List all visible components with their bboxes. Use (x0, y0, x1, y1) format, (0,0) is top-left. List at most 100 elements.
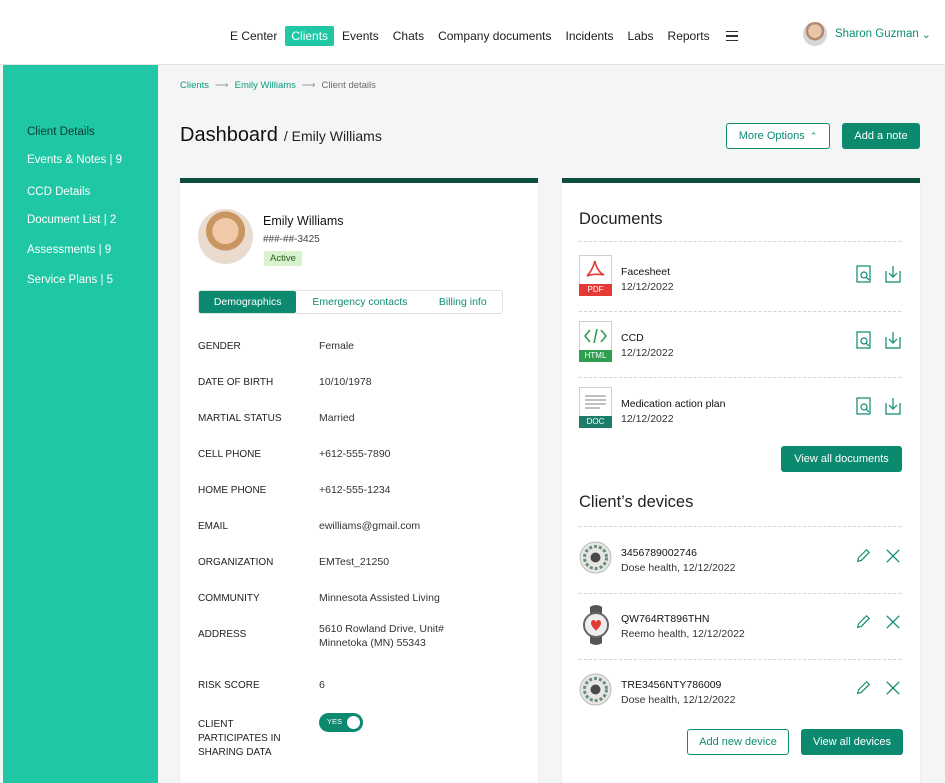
tab-emergency-contacts[interactable]: Emergency contacts (296, 291, 423, 313)
html-file-icon: HTML (579, 321, 612, 362)
nav-item-events[interactable]: Events (336, 26, 385, 46)
nav-item-chats[interactable]: Chats (387, 26, 430, 46)
client-avatar (198, 209, 253, 264)
nav-item-labs[interactable]: Labs (622, 26, 660, 46)
document-name[interactable]: Facesheet (621, 266, 670, 278)
field-label-email: EMAIL (198, 521, 229, 532)
sidebar-item-document-list[interactable]: Document List | 2 (27, 214, 116, 226)
field-label-address: ADDRESS (198, 629, 247, 640)
view-document-icon[interactable] (856, 331, 872, 349)
close-icon[interactable] (885, 613, 901, 631)
page-subtitle: / Emily Williams (283, 128, 382, 144)
user-name: Sharon Guzman (835, 28, 919, 40)
text-lines-icon (585, 395, 606, 409)
device-provider: Dose health, 12/12/2022 (621, 694, 736, 706)
pencil-icon[interactable] (855, 679, 871, 697)
main-nav: E Center Clients Events Chats Company do… (224, 26, 738, 46)
field-value-risk-score: 6 (319, 679, 325, 691)
sidebar-item-service-plans[interactable]: Service Plans | 5 (27, 274, 113, 286)
file-type-tag: HTML (579, 350, 612, 362)
pdf-file-icon: PDF (579, 255, 612, 296)
nav-item-ecenter[interactable]: E Center (224, 26, 283, 46)
profile-card: Emily Williams ###-##-3425 Active Demogr… (180, 178, 538, 783)
device-provider: Dose health, 12/12/2022 (621, 562, 736, 574)
document-date: 12/12/2022 (621, 347, 674, 359)
arrow-right-icon: ⟶ (215, 80, 229, 91)
field-value-marital: Married (319, 412, 355, 424)
file-type-tag: DOC (579, 416, 612, 428)
device-id: 3456789002746 (621, 547, 697, 559)
page-header: Dashboard / Emily Williams (180, 124, 382, 147)
device-id: TRE3456NTY786009 (621, 679, 722, 691)
field-value-community: Minnesota Assisted Living (319, 592, 440, 604)
document-name[interactable]: CCD (621, 332, 644, 344)
pdf-symbol-icon (586, 260, 605, 277)
page-title: Dashboard (180, 124, 278, 146)
tab-billing-info[interactable]: Billing info (424, 291, 502, 313)
close-icon[interactable] (885, 679, 901, 697)
nav-item-clients[interactable]: Clients (285, 26, 335, 46)
nav-item-company-documents[interactable]: Company documents (432, 26, 557, 46)
client-name: Emily Williams (263, 214, 344, 228)
top-bar: E Center Clients Events Chats Company do… (0, 0, 945, 65)
pencil-icon[interactable] (855, 613, 871, 631)
nav-item-reports[interactable]: Reports (662, 26, 716, 46)
devices-title: Client’s devices (579, 493, 694, 511)
sidebar-item-events-notes[interactable]: Events & Notes | 9 (27, 154, 122, 166)
download-icon[interactable] (885, 397, 901, 415)
toggle-knob (347, 716, 360, 729)
document-name[interactable]: Medication action plan (621, 398, 725, 410)
field-value-email: ewilliams@gmail.com (319, 520, 421, 532)
field-label-community: COMMUNITY (198, 593, 260, 604)
view-document-icon[interactable] (856, 397, 872, 415)
document-date: 12/12/2022 (621, 413, 674, 425)
divider (579, 377, 901, 378)
toggle-label: YES (327, 717, 343, 726)
field-label-home-phone: HOME PHONE (198, 485, 267, 496)
close-icon[interactable] (885, 547, 901, 565)
pill-dispenser-icon (579, 673, 612, 706)
download-icon[interactable] (885, 331, 901, 349)
breadcrumb-client-name[interactable]: Emily Williams (235, 80, 296, 91)
sidebar-item-assessments[interactable]: Assessments | 9 (27, 244, 111, 256)
field-label-gender: GENDER (198, 341, 241, 352)
field-label-cell-phone: CELL PHONE (198, 449, 261, 460)
user-menu[interactable]: Sharon Guzman ⌄ (803, 22, 931, 46)
breadcrumb: Clients ⟶ Emily Williams ⟶ Client detail… (180, 80, 376, 91)
add-note-button[interactable]: Add a note (842, 123, 920, 149)
status-badge: Active (264, 251, 302, 266)
divider (579, 311, 901, 312)
field-value-cell-phone: +612-555-7890 (319, 448, 391, 460)
field-value-dob: 10/10/1978 (319, 376, 372, 388)
divider (579, 659, 901, 660)
chevron-up-icon: ⌃ (809, 130, 818, 141)
arrow-right-icon: ⟶ (301, 80, 316, 91)
sidebar-item-ccd-details[interactable]: CCD Details (27, 186, 90, 198)
sidebar: Client Details Events & Notes | 9 CCD De… (3, 65, 158, 783)
documents-devices-card: Documents PDF Facesheet 12/12/2022 HTML … (562, 178, 920, 783)
sidebar-item-client-details[interactable]: Client Details (27, 126, 95, 138)
field-label-marital: MARTIAL STATUS (198, 413, 282, 424)
document-date: 12/12/2022 (621, 281, 674, 293)
profile-tabs: Demographics Emergency contacts Billing … (198, 290, 503, 314)
download-icon[interactable] (885, 265, 901, 283)
chevron-down-icon: ⌄ (921, 28, 931, 41)
view-all-documents-button[interactable]: View all documents (781, 446, 902, 472)
more-options-button[interactable]: More Options ⌃ (726, 123, 830, 149)
breadcrumb-clients[interactable]: Clients (180, 80, 209, 91)
sharing-toggle[interactable]: YES (319, 713, 363, 732)
hamburger-icon[interactable] (725, 30, 738, 42)
field-value-organization: EMTest_21250 (319, 556, 390, 568)
view-all-devices-button[interactable]: View all devices (801, 729, 903, 755)
pencil-icon[interactable] (855, 547, 871, 565)
documents-title: Documents (579, 210, 663, 228)
field-value-home-phone: +612-555-1234 (319, 484, 391, 496)
device-id: QW764RT896THN (621, 613, 710, 625)
tab-demographics[interactable]: Demographics (199, 291, 297, 313)
smartwatch-icon (583, 605, 609, 645)
more-options-label: More Options (738, 130, 805, 142)
divider (579, 241, 901, 242)
view-document-icon[interactable] (856, 265, 872, 283)
nav-item-incidents[interactable]: Incidents (559, 26, 619, 46)
add-new-device-button[interactable]: Add new device (687, 729, 789, 755)
